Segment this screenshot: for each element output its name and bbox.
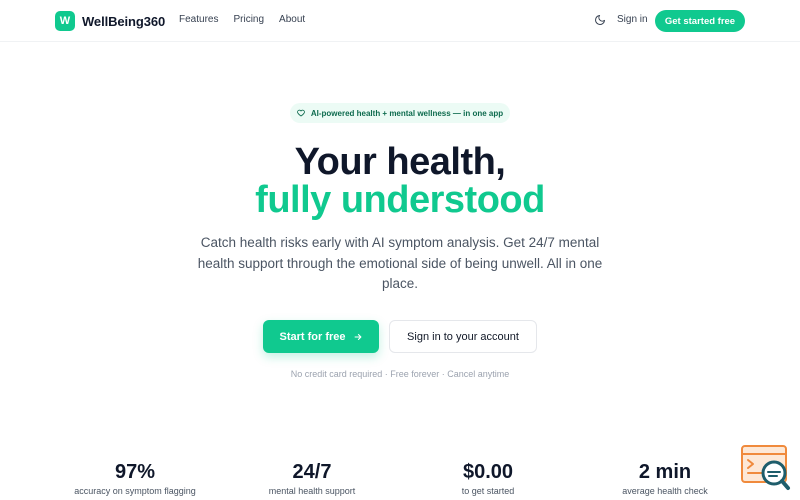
start-free-button[interactable]: Start for free (263, 320, 379, 353)
start-free-label: Start for free (279, 330, 346, 343)
moon-icon[interactable] (594, 14, 606, 26)
arrow-right-icon (354, 333, 361, 340)
stat-label: accuracy on symptom flagging (74, 486, 196, 496)
hero-badge-text: AI-powered health + mental wellness — in… (310, 108, 504, 118)
nav-links: Features Pricing About (179, 14, 305, 25)
get-started-button[interactable]: Get started free (655, 10, 745, 32)
hero-badge: AI-powered health + mental wellness — in… (290, 103, 510, 123)
nav-link-about[interactable]: About (279, 14, 305, 25)
top-nav: W WellBeing360 Features Pricing About Si… (0, 0, 800, 42)
brand-name[interactable]: WellBeing360 (82, 14, 165, 29)
sign-in-account-button[interactable]: Sign in to your account (389, 320, 537, 353)
stat-value: 24/7 (292, 461, 332, 483)
stat-accuracy: 97% accuracy on symptom flagging (45, 461, 225, 496)
stat-check-time: 2 min average health check (575, 461, 755, 496)
logo[interactable]: W (55, 11, 75, 31)
brand[interactable]: W WellBeing360 (55, 11, 165, 31)
terminal-search-icon[interactable] (739, 444, 791, 492)
heart-icon (296, 109, 305, 117)
stat-price: $0.00 to get started (398, 461, 578, 496)
hero-title-line2: fully understood (255, 179, 545, 221)
nav-link-pricing[interactable]: Pricing (233, 14, 264, 25)
stat-label: to get started (461, 486, 515, 496)
stat-support: 24/7 mental health support (222, 461, 402, 496)
hero-title-line1: Your health, (294, 141, 506, 183)
stat-value: 2 min (638, 461, 692, 483)
hero-subtitle: Catch health risks early with AI symptom… (197, 235, 603, 291)
stat-label: mental health support (268, 486, 356, 496)
sign-in-link[interactable]: Sign in (617, 14, 648, 25)
nav-link-features[interactable]: Features (179, 14, 218, 25)
stat-value: $0.00 (462, 461, 514, 483)
stat-label: average health check (622, 486, 708, 496)
stat-value: 97% (114, 461, 156, 483)
hero-note: No credit card required · Free forever ·… (290, 369, 510, 379)
